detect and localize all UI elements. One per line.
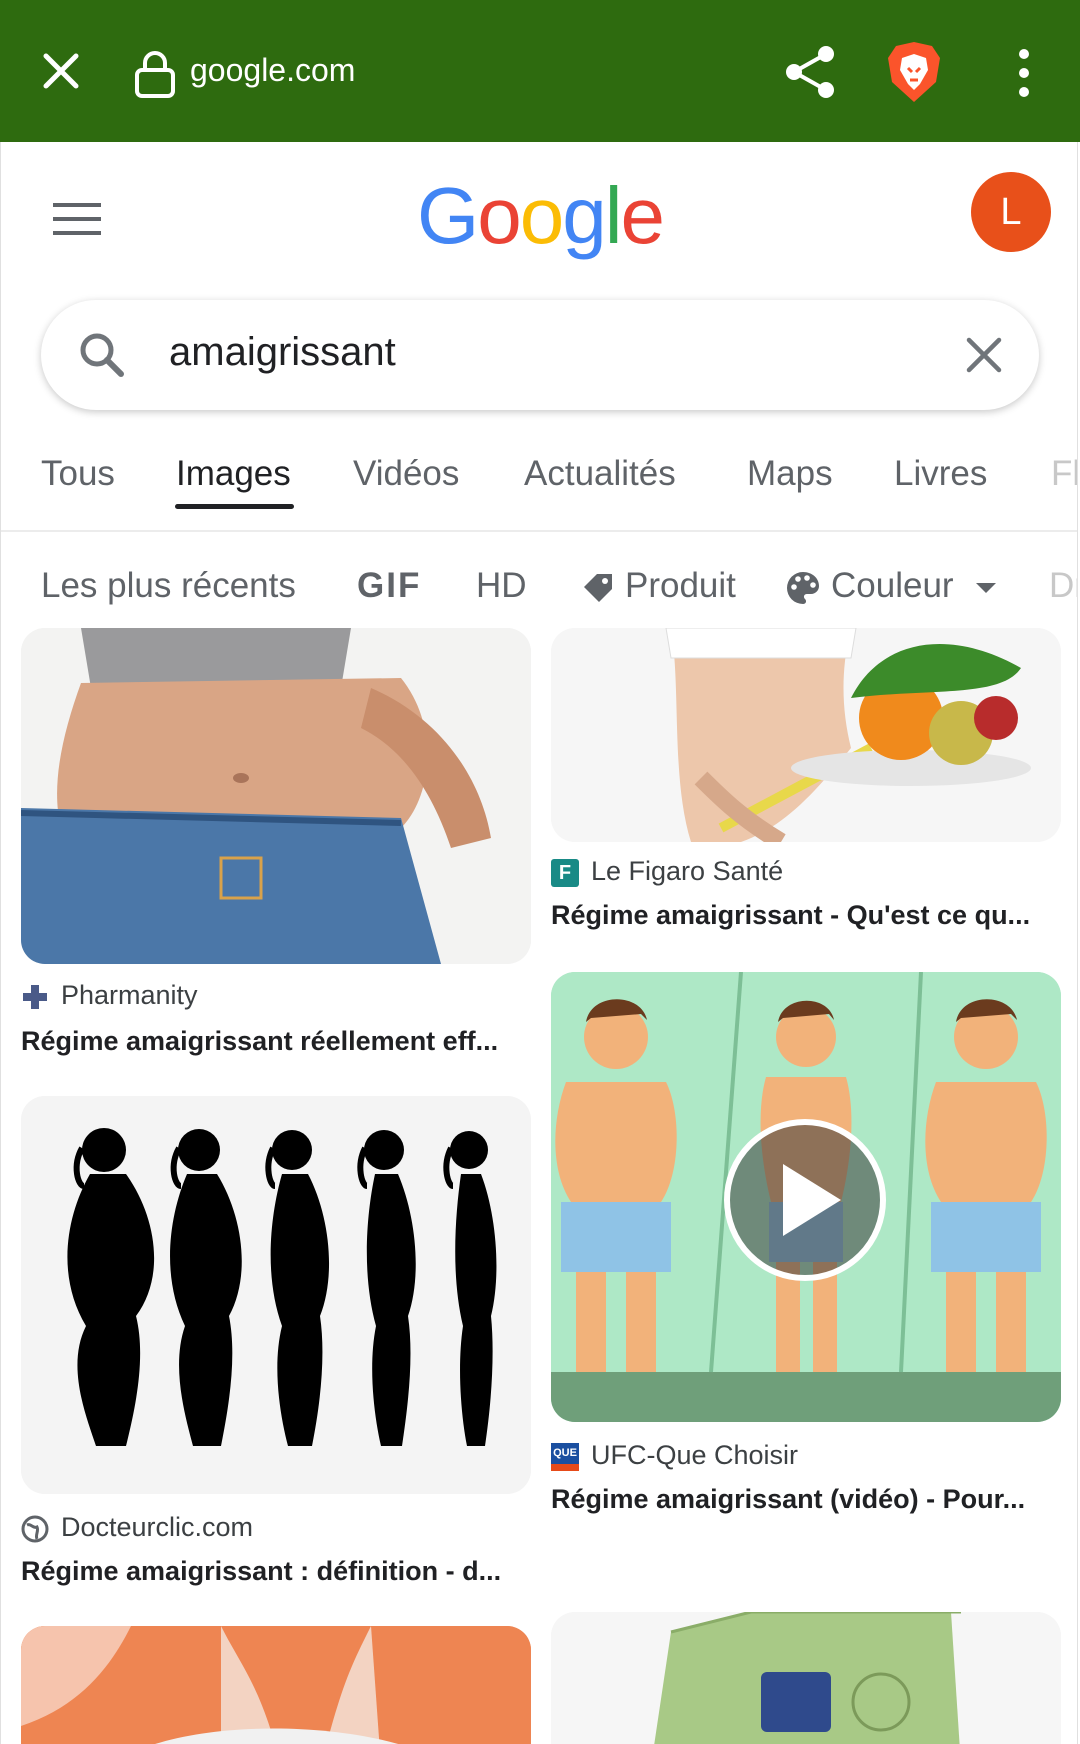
result-source-4[interactable]: QUE UFC-Que Choisir — [551, 1440, 798, 1471]
result-source-1[interactable]: Pharmanity — [21, 980, 198, 1011]
que-choisir-icon: QUE — [551, 1442, 579, 1471]
brave-lion-icon[interactable] — [886, 40, 942, 104]
result-image-4[interactable] — [551, 972, 1061, 1422]
belly-jeans-photo — [21, 628, 531, 964]
palette-icon — [787, 571, 819, 604]
feet-on-scale-photo — [21, 1626, 531, 1744]
filter-chips: Les plus récents GIF HD Produit Couleur … — [1, 550, 1077, 630]
result-source-3[interactable]: Docteurclic.com — [21, 1512, 253, 1543]
browser-toolbar: google.com — [0, 0, 1080, 142]
more-vert-icon[interactable] — [1010, 46, 1038, 100]
chip-hd[interactable]: HD — [476, 566, 527, 606]
search-box[interactable]: amaigrissant — [41, 300, 1039, 410]
search-icon[interactable] — [77, 330, 127, 380]
search-input[interactable]: amaigrissant — [169, 330, 396, 375]
result-source-label-2: Le Figaro Santé — [591, 856, 784, 886]
chip-produit[interactable]: Produit — [581, 566, 736, 606]
tag-icon — [584, 573, 612, 602]
url-text[interactable]: google.com — [190, 52, 355, 89]
result-title-1[interactable]: Régime amaigrissant réellement eff... — [21, 1026, 521, 1057]
result-image-5[interactable] — [21, 1626, 531, 1744]
result-image-2[interactable] — [551, 628, 1061, 842]
result-title-4[interactable]: Régime amaigrissant (vidéo) - Pour... — [551, 1484, 1051, 1515]
product-box-photo — [551, 1612, 1061, 1744]
account-avatar[interactable]: L — [971, 172, 1051, 252]
tab-tous[interactable]: Tous — [41, 454, 115, 494]
cartoon-men-video-thumbnail — [551, 972, 1061, 1422]
waist-fruit-photo — [551, 628, 1061, 842]
google-logo[interactable]: Google — [1, 170, 1077, 262]
chip-produit-label: Produit — [625, 566, 736, 605]
tab-livres[interactable]: Livres — [894, 454, 987, 494]
lock-icon — [135, 51, 175, 98]
logo-letter: G — [416, 171, 479, 260]
result-title-2[interactable]: Régime amaigrissant - Qu'est ce qu... — [551, 900, 1051, 931]
logo-letter: l — [604, 171, 623, 260]
tab-more-truncated[interactable]: Fl — [1051, 454, 1077, 494]
chip-recent[interactable]: Les plus récents — [41, 566, 296, 606]
play-icon — [724, 1119, 886, 1281]
tab-maps[interactable]: Maps — [747, 454, 833, 494]
result-image-3[interactable] — [21, 1096, 531, 1494]
tab-videos[interactable]: Vidéos — [353, 454, 459, 494]
page-content: Google L amaigrissant Tous Images Vidéos… — [0, 142, 1078, 1744]
chip-couleur[interactable]: Couleur — [785, 566, 997, 606]
tab-images[interactable]: Images — [176, 454, 291, 494]
close-icon[interactable] — [36, 46, 86, 96]
figaro-icon: F — [551, 858, 579, 887]
chip-gif[interactable]: GIF — [357, 566, 421, 606]
logo-letter: o — [477, 171, 521, 260]
chip-more-truncated[interactable]: Dr — [1049, 566, 1077, 606]
globe-icon — [21, 1515, 49, 1543]
tabs-divider — [1, 530, 1077, 532]
logo-letter: e — [620, 171, 665, 260]
clear-icon[interactable] — [963, 334, 1005, 376]
result-source-label-3: Docteurclic.com — [61, 1512, 254, 1542]
result-image-6[interactable] — [551, 1612, 1061, 1744]
chip-couleur-label: Couleur — [831, 566, 954, 605]
share-icon[interactable] — [784, 44, 836, 100]
silhouettes-illustration — [21, 1096, 531, 1494]
active-tab-indicator — [175, 504, 294, 509]
logo-letter: g — [562, 171, 606, 260]
tab-actualites[interactable]: Actualités — [524, 454, 676, 494]
chevron-down-icon — [976, 582, 997, 593]
search-tabs: Tous Images Vidéos Actualités Maps Livre… — [1, 442, 1077, 532]
result-source-2[interactable]: F Le Figaro Santé — [551, 856, 783, 887]
result-image-1[interactable] — [21, 628, 531, 964]
result-source-label-1: Pharmanity — [61, 980, 198, 1010]
result-title-3[interactable]: Régime amaigrissant : définition - d... — [21, 1556, 521, 1587]
logo-letter: o — [519, 171, 564, 260]
pharmacy-cross-icon — [23, 984, 47, 1009]
result-source-label-4: UFC-Que Choisir — [591, 1440, 799, 1470]
